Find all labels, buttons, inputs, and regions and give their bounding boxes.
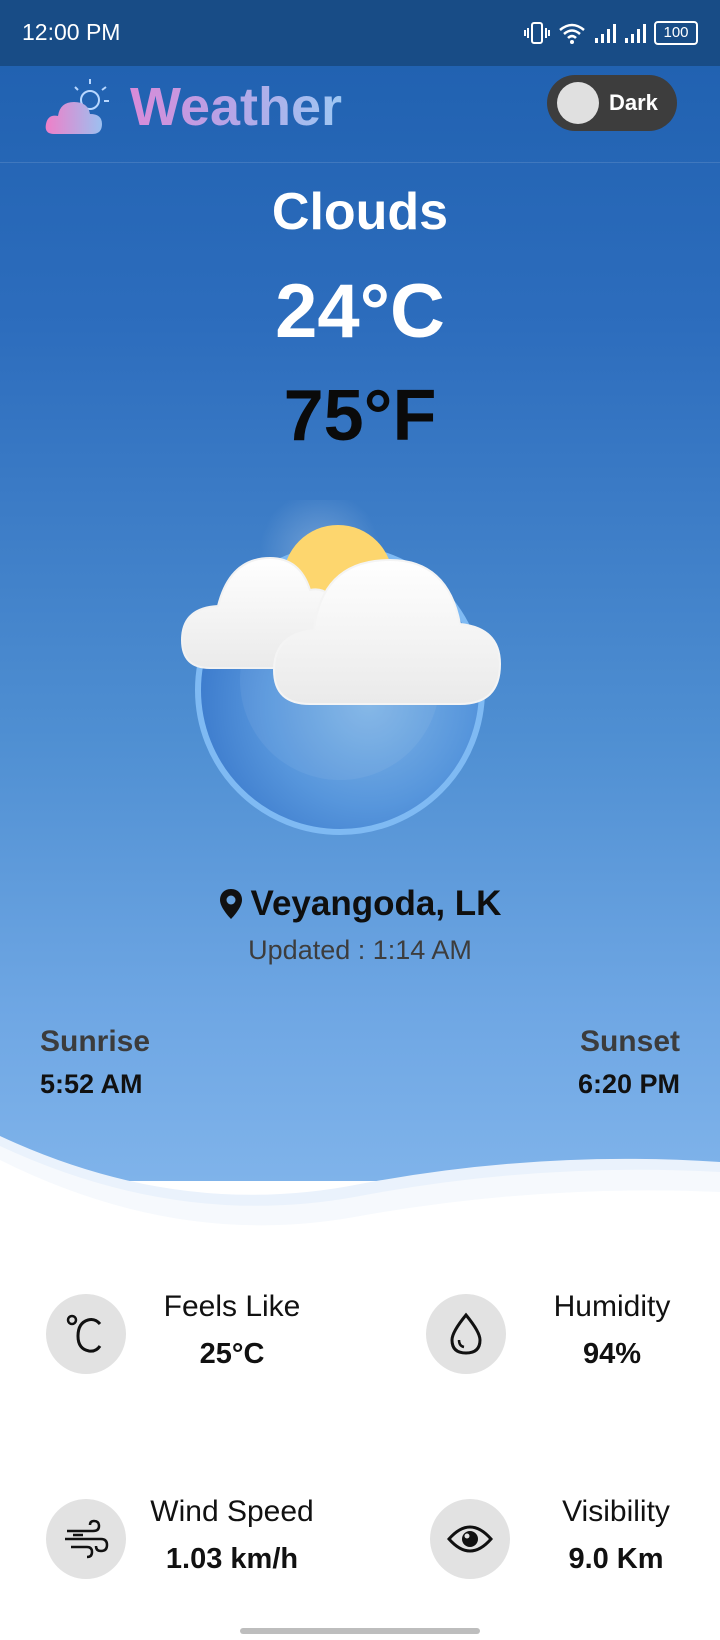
humidity-value: 94% xyxy=(582,1338,642,1370)
temperature-celsius: 24°C xyxy=(275,269,445,354)
sunrise: Sunrise 5:52 AM xyxy=(40,1025,150,1100)
battery-icon: 100 xyxy=(654,21,698,45)
humidity-stat: Humidity 94% xyxy=(426,1290,720,1380)
status-bar: 12:00 PM 100 xyxy=(0,0,720,66)
dark-mode-toggle[interactable]: Dark xyxy=(547,75,677,131)
weather-screen: 12:00 PM 100 Weather Dark Clouds 24°C 75… xyxy=(0,0,720,1640)
feels-like-stat: Feels Like 25°C xyxy=(46,1290,366,1380)
feels-like-label: Feels Like xyxy=(163,1290,301,1323)
eye-icon xyxy=(430,1499,510,1579)
wind-icon xyxy=(46,1499,126,1579)
toggle-label: Dark xyxy=(609,90,658,115)
location-name: Veyangoda, LK xyxy=(250,884,502,923)
visibility-stat: Visibility 9.0 Km xyxy=(430,1495,720,1585)
weather-condition: Clouds xyxy=(271,183,449,241)
feels-like-value: 25°C xyxy=(199,1338,265,1370)
wind-speed-label: Wind Speed xyxy=(150,1495,314,1528)
cloudy-weather-illustration xyxy=(180,500,502,835)
celsius-icon xyxy=(46,1294,126,1374)
status-icons: 100 xyxy=(524,18,698,48)
sunrise-time: 5:52 AM xyxy=(40,1069,143,1099)
temperature-fahrenheit: 75°F xyxy=(283,376,437,456)
location: Veyangoda, LK xyxy=(0,884,720,924)
home-indicator[interactable] xyxy=(240,1628,480,1634)
signal-icon xyxy=(595,24,616,43)
water-drop-icon xyxy=(426,1294,506,1374)
vibrate-icon xyxy=(524,22,550,44)
last-updated: Updated : 1:14 AM xyxy=(248,935,472,965)
humidity-label: Humidity xyxy=(553,1290,671,1323)
wind-speed-stat: Wind Speed 1.03 km/h xyxy=(46,1495,366,1585)
wind-speed-value: 1.03 km/h xyxy=(165,1543,299,1575)
wave-divider xyxy=(0,1136,720,1240)
signal-icon-2 xyxy=(625,24,646,43)
status-time: 12:00 PM xyxy=(22,19,121,45)
toggle-knob xyxy=(557,82,599,124)
app-title: Weather xyxy=(130,77,343,137)
map-pin-icon xyxy=(219,889,242,919)
visibility-label: Visibility xyxy=(562,1495,670,1528)
sunset-time: 6:20 PM xyxy=(577,1069,680,1099)
sunrise-label: Sunrise xyxy=(40,1025,151,1058)
sunset-label: Sunset xyxy=(579,1025,680,1058)
wifi-icon xyxy=(559,23,585,44)
cloud-sun-icon xyxy=(45,79,109,134)
sunset: Sunset 6:20 PM xyxy=(578,1025,680,1100)
battery-level: 100 xyxy=(663,24,689,41)
visibility-value: 9.0 Km xyxy=(568,1543,664,1575)
